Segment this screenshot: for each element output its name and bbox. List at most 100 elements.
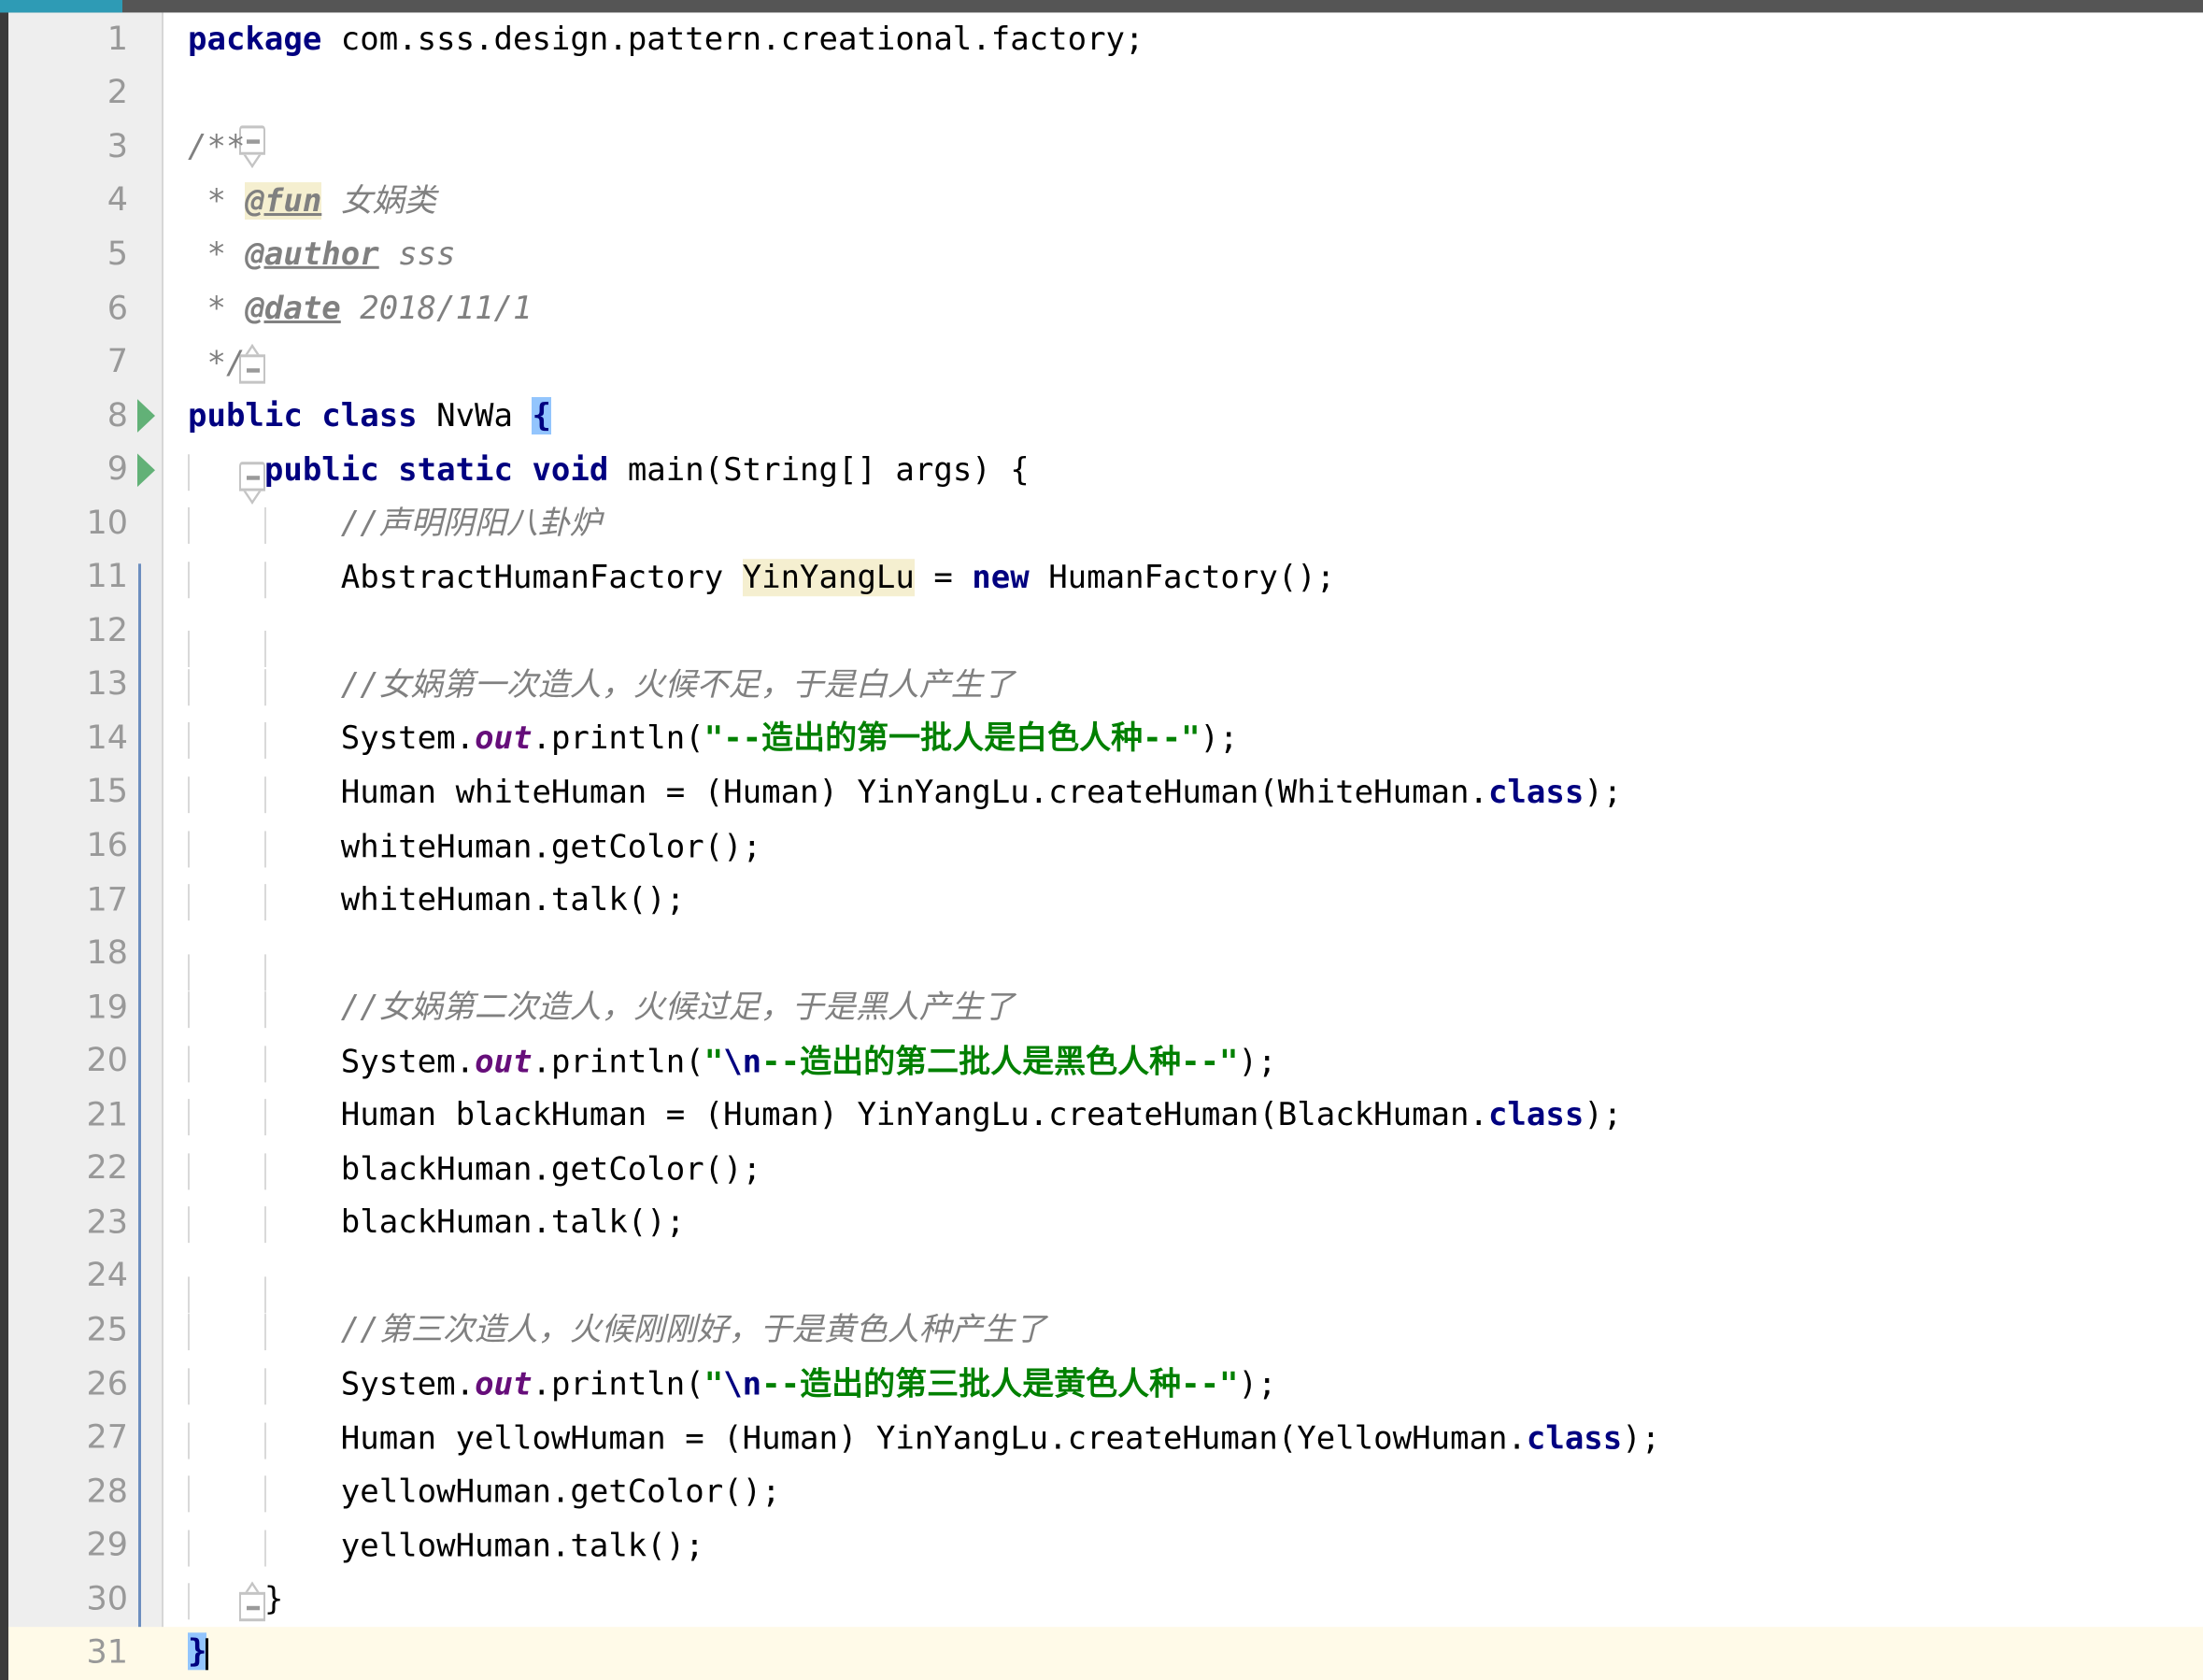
- line-content[interactable]: * @author sss: [163, 238, 2203, 270]
- line-content[interactable]: whiteHuman.getColor();: [163, 831, 2203, 867]
- code-line[interactable]: 23 blackHuman.talk();: [8, 1196, 2203, 1250]
- code-line[interactable]: 1 package com.sss.design.pattern.creatio…: [8, 12, 2203, 66]
- line-content[interactable]: //女娲第二次造人，火候过足，于是黑人产生了: [163, 991, 2203, 1028]
- run-class-icon[interactable]: [137, 399, 155, 434]
- line-content[interactable]: public static void main(String[] args) {: [163, 453, 2203, 491]
- code-line[interactable]: 21 Human blackHuman = (Human) YinYangLu.…: [8, 1089, 2203, 1143]
- code-line[interactable]: 3 /**: [8, 121, 2203, 175]
- line-gutter-icons[interactable]: [135, 443, 265, 497]
- run-method-icon[interactable]: [137, 452, 155, 487]
- line-gutter-icons[interactable]: [135, 1573, 265, 1627]
- code-line[interactable]: 17 whiteHuman.talk();: [8, 873, 2203, 927]
- code-line[interactable]: 16 whiteHuman.getColor();: [8, 819, 2203, 874]
- line-gutter-icons[interactable]: [135, 66, 163, 121]
- code-line[interactable]: 5 * @author sss: [8, 228, 2203, 282]
- line-gutter-icons[interactable]: [135, 1626, 163, 1680]
- line-gutter-icons[interactable]: [135, 1358, 163, 1412]
- line-gutter-icons[interactable]: [135, 228, 163, 282]
- code-line[interactable]: 30 }: [8, 1573, 2203, 1627]
- code-line[interactable]: 28 yellowHuman.getColor();: [8, 1465, 2203, 1519]
- line-gutter-icons[interactable]: [135, 819, 163, 874]
- line-content[interactable]: //第三次造人，火候刚刚好，于是黄色人种产生了: [163, 1315, 2203, 1351]
- token-statement: whiteHuman.talk();: [340, 881, 686, 919]
- token-javadoc-tag-fun: @fun: [245, 181, 322, 220]
- code-line[interactable]: 22 blackHuman.getColor();: [8, 1142, 2203, 1196]
- code-line[interactable]: 29 yellowHuman.talk();: [8, 1518, 2203, 1573]
- line-content[interactable]: */: [163, 347, 2203, 378]
- line-content[interactable]: //声明阴阳八卦炉: [163, 507, 2203, 544]
- line-content[interactable]: whiteHuman.talk();: [163, 881, 2203, 920]
- line-content[interactable]: public class NvWa {: [163, 397, 2203, 435]
- line-content[interactable]: yellowHuman.talk();: [163, 1530, 2203, 1566]
- token-javadoc-open: /**: [188, 128, 246, 166]
- line-gutter-icons[interactable]: [135, 712, 163, 766]
- code-line[interactable]: 27 Human yellowHuman = (Human) YinYangLu…: [8, 1411, 2203, 1465]
- code-line[interactable]: 7 */: [8, 335, 2203, 390]
- line-content[interactable]: AbstractHumanFactory YinYangLu = new Hum…: [163, 558, 2203, 598]
- line-number: 7: [107, 343, 128, 381]
- line-content[interactable]: * @fun 女娲类: [163, 181, 2203, 220]
- code-line[interactable]: 9 public static void main(String[] args)…: [8, 443, 2203, 497]
- line-gutter-icons[interactable]: [135, 1249, 163, 1303]
- line-content[interactable]: blackHuman.getColor();: [163, 1153, 2203, 1189]
- line-gutter-icons[interactable]: [135, 121, 265, 175]
- code-line[interactable]: 19 //女娲第二次造人，火候过足，于是黑人产生了: [8, 981, 2203, 1035]
- line-number: 5: [107, 235, 128, 273]
- line-gutter-icons[interactable]: [135, 1465, 163, 1519]
- code-line[interactable]: 11 AbstractHumanFactory YinYangLu = new …: [8, 550, 2203, 605]
- line-content[interactable]: }: [163, 1632, 2203, 1671]
- line-gutter-icons[interactable]: [135, 765, 163, 819]
- line-content[interactable]: System.out.println("\n--造出的第三批人是黄色人种--")…: [163, 1365, 2203, 1404]
- line-gutter-icons[interactable]: [135, 1142, 163, 1196]
- line-content[interactable]: //女娲第一次造人，火候不足，于是白人产生了: [163, 668, 2203, 705]
- line-content[interactable]: Human yellowHuman = (Human) YinYangLu.cr…: [163, 1422, 2203, 1459]
- line-gutter-icons[interactable]: [135, 1518, 163, 1573]
- code-line[interactable]: 8 public class NvWa {: [8, 389, 2203, 443]
- line-gutter-icons[interactable]: [135, 174, 163, 228]
- code-editor[interactable]: 1 package com.sss.design.pattern.creatio…: [0, 0, 2203, 1680]
- line-content[interactable]: System.out.println("\n--造出的第二批人是黑色人种--")…: [163, 1042, 2203, 1082]
- line-gutter-icons[interactable]: [135, 1089, 163, 1143]
- line-content[interactable]: package com.sss.design.pattern.creationa…: [163, 23, 2203, 55]
- code-line[interactable]: 20 System.out.println("\n--造出的第二批人是黑色人种-…: [8, 1034, 2203, 1089]
- line-gutter-icons[interactable]: [135, 389, 163, 443]
- line-content[interactable]: * @date 2018/11/1: [163, 292, 2203, 324]
- line-content[interactable]: Human blackHuman = (Human) YinYangLu.cre…: [163, 1100, 2203, 1136]
- token-static-field-out: out: [475, 1042, 533, 1080]
- line-content[interactable]: /**: [163, 131, 2203, 163]
- code-line[interactable]: 18: [8, 927, 2203, 990]
- code-line[interactable]: 26 System.out.println("\n--造出的第三批人是黄色人种-…: [8, 1358, 2203, 1412]
- code-line[interactable]: 25 //第三次造人，火候刚刚好，于是黄色人种产生了: [8, 1303, 2203, 1358]
- code-line[interactable]: 14 System.out.println("--造出的第一批人是白色人种--"…: [8, 712, 2203, 766]
- line-content[interactable]: Human whiteHuman = (Human) YinYangLu.cre…: [163, 776, 2203, 813]
- token-string-quote: ": [704, 1365, 724, 1403]
- line-gutter-icons[interactable]: [135, 12, 163, 66]
- code-line[interactable]: 24: [8, 1249, 2203, 1313]
- code-line[interactable]: 2: [8, 66, 2203, 121]
- line-gutter-icons[interactable]: [135, 335, 265, 390]
- line-gutter-icons[interactable]: [135, 1303, 163, 1358]
- line-gutter-icons[interactable]: [135, 1196, 163, 1250]
- code-line[interactable]: 6 * @date 2018/11/1: [8, 281, 2203, 335]
- line-gutter-icons[interactable]: [135, 1034, 163, 1089]
- code-line[interactable]: 10 //声明阴阳八卦炉: [8, 497, 2203, 551]
- code-line[interactable]: 15 Human whiteHuman = (Human) YinYangLu.…: [8, 765, 2203, 819]
- line-gutter-icons[interactable]: [135, 658, 163, 712]
- line-gutter-icons[interactable]: [135, 981, 163, 1035]
- line-content[interactable]: System.out.println("--造出的第一批人是白色人种--");: [163, 723, 2203, 760]
- line-gutter-icons[interactable]: [135, 927, 163, 981]
- code-line-active[interactable]: 31 }: [8, 1626, 2203, 1680]
- line-gutter-icons[interactable]: [135, 550, 163, 605]
- line-gutter-icons[interactable]: [135, 281, 163, 335]
- line-gutter-icons[interactable]: [135, 605, 163, 659]
- code-line[interactable]: 12: [8, 605, 2203, 667]
- token-system: System.: [340, 1365, 476, 1403]
- code-line[interactable]: 4 * @fun 女娲类: [8, 174, 2203, 228]
- line-gutter-icons[interactable]: [135, 873, 163, 927]
- line-content[interactable]: }: [163, 1583, 2203, 1620]
- line-content[interactable]: blackHuman.talk();: [163, 1206, 2203, 1244]
- line-gutter-icons[interactable]: [135, 497, 163, 551]
- code-line[interactable]: 13 //女娲第一次造人，火候不足，于是白人产生了: [8, 658, 2203, 712]
- line-content[interactable]: yellowHuman.getColor();: [163, 1475, 2203, 1513]
- line-gutter-icons[interactable]: [135, 1411, 163, 1465]
